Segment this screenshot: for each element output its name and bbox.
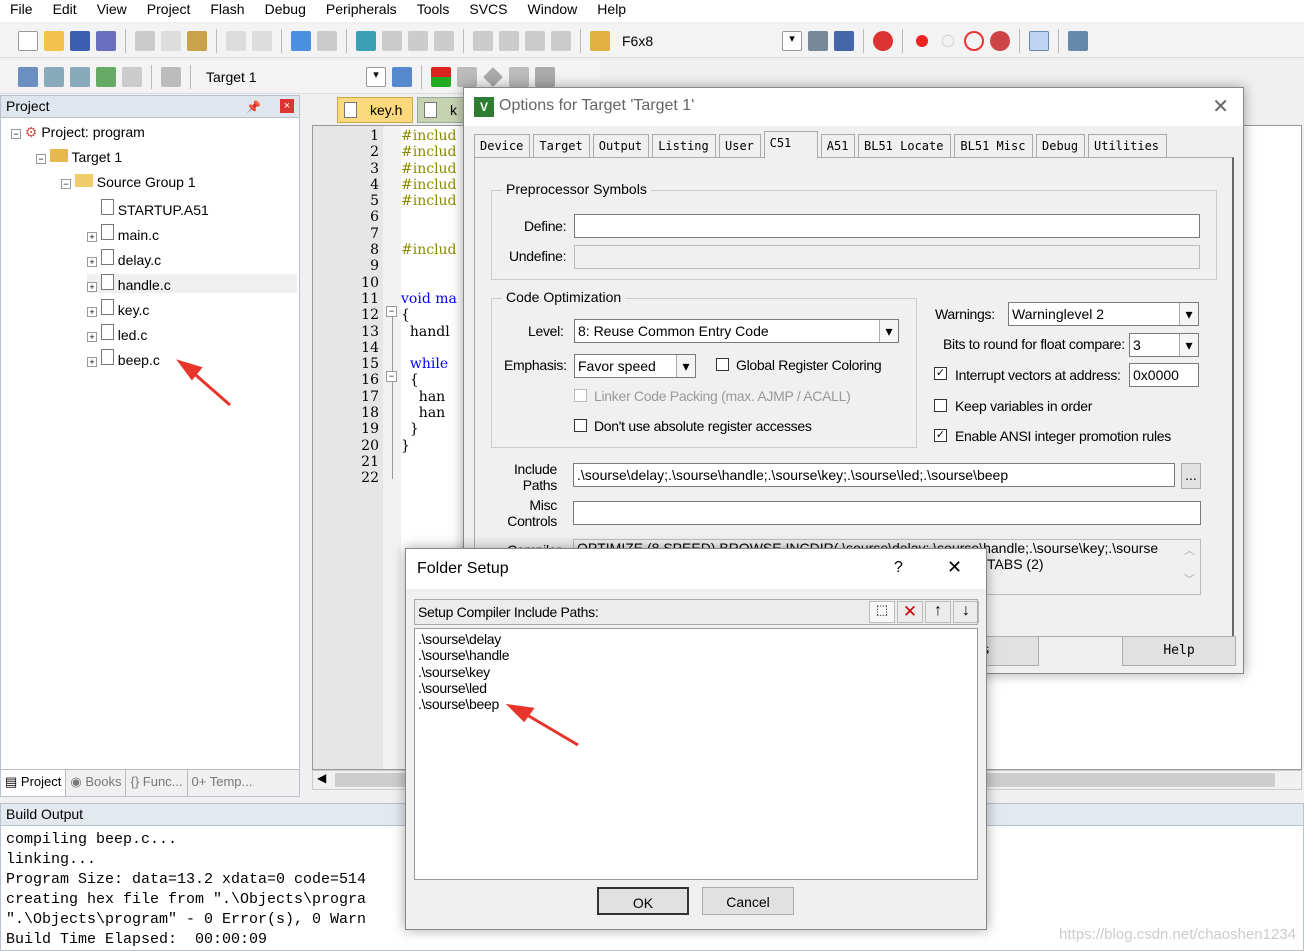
tab-c51[interactable]: C51 [763, 131, 818, 159]
annotation-arrows [176, 359, 579, 747]
arrow-to-beep-path [521, 710, 579, 747]
watermark: https://blog.csdn.net/chaoshen1234 [1059, 926, 1296, 943]
arrow-head [505, 703, 535, 723]
